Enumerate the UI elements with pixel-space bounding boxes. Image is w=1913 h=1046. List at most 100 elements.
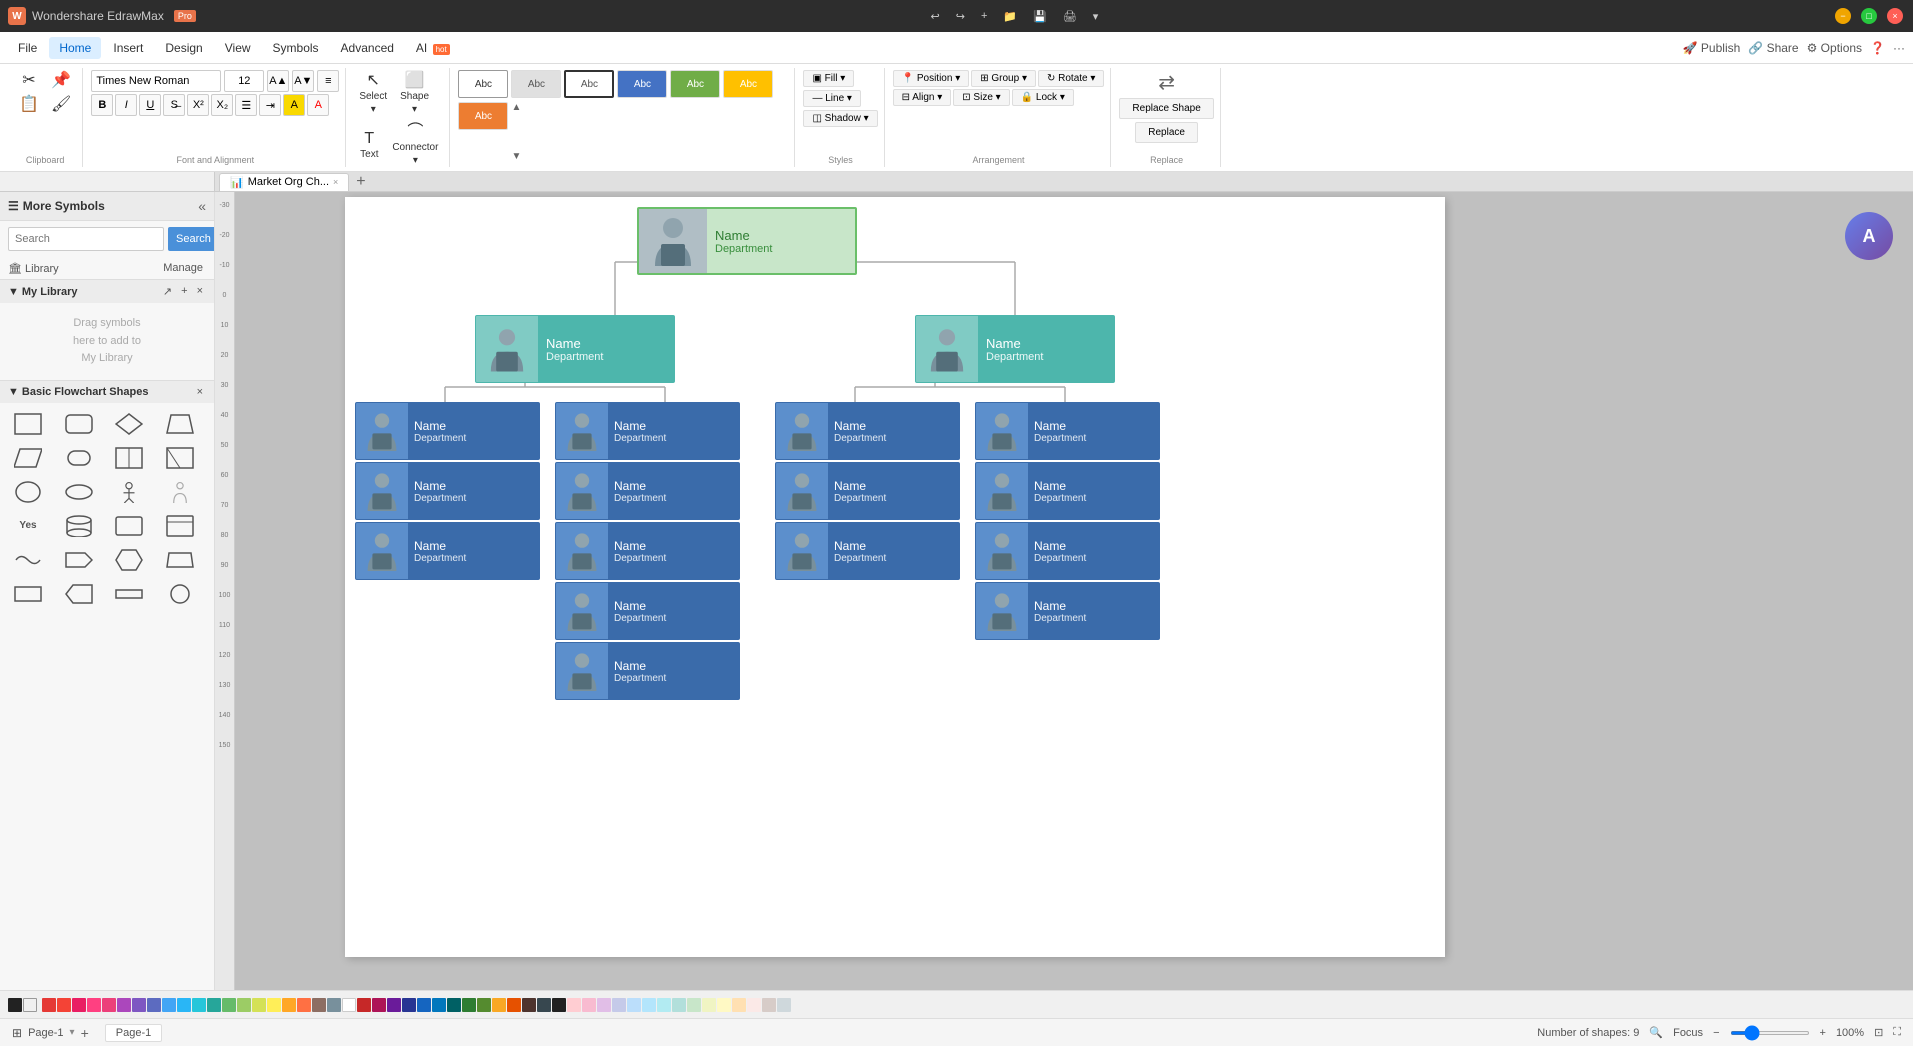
- align-btn[interactable]: ≡: [317, 70, 339, 92]
- org-node-c2-1[interactable]: NameDepartment: [555, 402, 740, 460]
- font-name-input[interactable]: [91, 70, 221, 92]
- toolbar-more[interactable]: ▾: [1088, 8, 1104, 25]
- my-lib-close-btn[interactable]: ×: [194, 284, 206, 299]
- color-swatch-lightyellow[interactable]: [717, 998, 731, 1012]
- color-swatch-lightcyan[interactable]: [657, 998, 671, 1012]
- shape-btn[interactable]: ⬜ Shape▾: [395, 70, 434, 118]
- indent-btn[interactable]: ⇥: [259, 94, 281, 116]
- styles-expand-down[interactable]: ▼: [511, 151, 521, 162]
- color-swatch-purple[interactable]: [117, 998, 131, 1012]
- color-swatch-blue[interactable]: [162, 998, 176, 1012]
- color-swatch-darkgrey[interactable]: [537, 998, 551, 1012]
- color-swatch-lightgreen[interactable]: [687, 998, 701, 1012]
- position-btn[interactable]: 📍 Position ▾: [893, 70, 970, 87]
- org-node-c1-1[interactable]: NameDepartment: [355, 402, 540, 460]
- color-swatch-lightgreybg[interactable]: [777, 998, 791, 1012]
- select-btn[interactable]: ↖ Select▾: [354, 70, 392, 118]
- shape-style-2[interactable]: Abc: [511, 70, 561, 98]
- shape-wave[interactable]: [8, 545, 48, 575]
- shadow-btn[interactable]: ◫ Shadow ▾: [803, 110, 877, 127]
- color-swatch-darkblue[interactable]: [417, 998, 431, 1012]
- my-lib-export-btn[interactable]: ↗: [160, 284, 175, 299]
- org-node-c1-3[interactable]: NameDepartment: [355, 522, 540, 580]
- shape-rounded-rect[interactable]: [59, 409, 99, 439]
- color-swatch-orange[interactable]: [282, 998, 296, 1012]
- toolbar-undo[interactable]: ↩: [926, 8, 945, 25]
- color-swatch-lgreen[interactable]: [237, 998, 251, 1012]
- shape-style-4[interactable]: Abc: [617, 70, 667, 98]
- format-painter-btn[interactable]: 🖌: [46, 94, 76, 116]
- styles-expand-up[interactable]: ▲: [511, 102, 521, 113]
- shape-trapezoid2[interactable]: [160, 545, 200, 575]
- shapes-header[interactable]: ▼ Basic Flowchart Shapes ×: [0, 381, 214, 403]
- org-node-c4-2[interactable]: NameDepartment: [975, 462, 1160, 520]
- shape-style-5[interactable]: Abc: [670, 70, 720, 98]
- options-btn[interactable]: ⚙ Options: [1807, 41, 1862, 55]
- menu-home[interactable]: Home: [49, 37, 101, 59]
- org-node-top[interactable]: Name Department: [637, 207, 857, 275]
- help-btn[interactable]: ❓: [1870, 41, 1885, 55]
- color-swatch-red1[interactable]: [42, 998, 56, 1012]
- org-node-c2-5[interactable]: NameDepartment: [555, 642, 740, 700]
- zoom-slider[interactable]: [1730, 1031, 1810, 1035]
- org-node-l1-right[interactable]: Name Department: [915, 315, 1115, 383]
- color-swatch-darkpink[interactable]: [372, 998, 386, 1012]
- fullscreen-btn[interactable]: ⛶: [1893, 1026, 1901, 1039]
- color-swatch-brown[interactable]: [312, 998, 326, 1012]
- color-swatch-lightbrown[interactable]: [762, 998, 776, 1012]
- color-swatch-lightcyan2[interactable]: [642, 998, 656, 1012]
- color-swatch-darkcyan[interactable]: [447, 998, 461, 1012]
- org-node-l1-left[interactable]: Name Department: [475, 315, 675, 383]
- my-lib-add-btn[interactable]: +: [178, 284, 190, 299]
- shape-style-3[interactable]: Abc: [564, 70, 614, 98]
- color-swatch-lightdeeporange[interactable]: [747, 998, 761, 1012]
- shape-circle-small[interactable]: [160, 579, 200, 609]
- shape-rect[interactable]: [8, 409, 48, 439]
- shape-trapezoid[interactable]: [160, 409, 200, 439]
- canvas-page[interactable]: Name Department Name Department: [345, 197, 1445, 957]
- font-color-bg-btn[interactable]: A: [283, 94, 305, 116]
- search-input[interactable]: [8, 227, 164, 251]
- color-swatch-lightorange[interactable]: [732, 998, 746, 1012]
- fit-page-btn[interactable]: 🔍: [1649, 1026, 1663, 1039]
- more-btn[interactable]: ···: [1893, 41, 1905, 55]
- shape-diamond[interactable]: [109, 409, 149, 439]
- shape-circle[interactable]: [8, 477, 48, 507]
- shape-yes[interactable]: Yes: [8, 511, 48, 541]
- shape-hexagon[interactable]: [109, 545, 149, 575]
- org-node-c1-2[interactable]: NameDepartment: [355, 462, 540, 520]
- align-btn2[interactable]: ⊟ Align ▾: [893, 89, 952, 106]
- color-swatch-darklblue[interactable]: [432, 998, 446, 1012]
- color-swatch-indigo[interactable]: [147, 998, 161, 1012]
- color-swatch-pink3[interactable]: [102, 998, 116, 1012]
- color-swatch-deeporange[interactable]: [297, 998, 311, 1012]
- org-node-c3-2[interactable]: NameDepartment: [775, 462, 960, 520]
- canvas-area[interactable]: -30 -20 -10 0 10 20 30 40 50 60 70 80 90…: [215, 192, 1913, 990]
- color-swatch-lightpurple[interactable]: [597, 998, 611, 1012]
- subscript-btn[interactable]: X₂: [211, 94, 233, 116]
- color-swatch-violet[interactable]: [132, 998, 146, 1012]
- lock-btn[interactable]: 🔒 Lock ▾: [1012, 89, 1074, 106]
- line-btn[interactable]: — Line ▾: [803, 90, 860, 107]
- rotate-btn[interactable]: ↻ Rotate ▾: [1038, 70, 1104, 87]
- org-node-c2-2[interactable]: NameDepartment: [555, 462, 740, 520]
- toolbar-open[interactable]: 📁: [998, 8, 1022, 25]
- shape-rect-thin[interactable]: [109, 579, 149, 609]
- strikethrough-btn[interactable]: S̶: [163, 94, 185, 116]
- font-color-btn[interactable]: A: [307, 94, 329, 116]
- replace-shape-btn[interactable]: Replace Shape: [1119, 98, 1213, 119]
- shape-triangle-rect[interactable]: [160, 443, 200, 473]
- menu-file[interactable]: File: [8, 37, 47, 59]
- paste-btn[interactable]: 📌: [46, 70, 76, 92]
- color-swatch-grey[interactable]: [327, 998, 341, 1012]
- color-swatch-darkpurple[interactable]: [387, 998, 401, 1012]
- menu-ai[interactable]: AI hot: [406, 37, 460, 59]
- page-dropdown-btn[interactable]: ▾: [70, 1027, 75, 1038]
- publish-btn[interactable]: 🚀 Publish: [1683, 41, 1741, 55]
- org-node-c4-4[interactable]: NameDepartment: [975, 582, 1160, 640]
- share-btn[interactable]: 🔗 Share: [1748, 41, 1798, 55]
- shape-style-7[interactable]: Abc: [458, 102, 508, 130]
- focus-btn[interactable]: Focus: [1673, 1027, 1703, 1039]
- color-swatch-green[interactable]: [222, 998, 236, 1012]
- cut-btn[interactable]: ✂: [14, 70, 44, 92]
